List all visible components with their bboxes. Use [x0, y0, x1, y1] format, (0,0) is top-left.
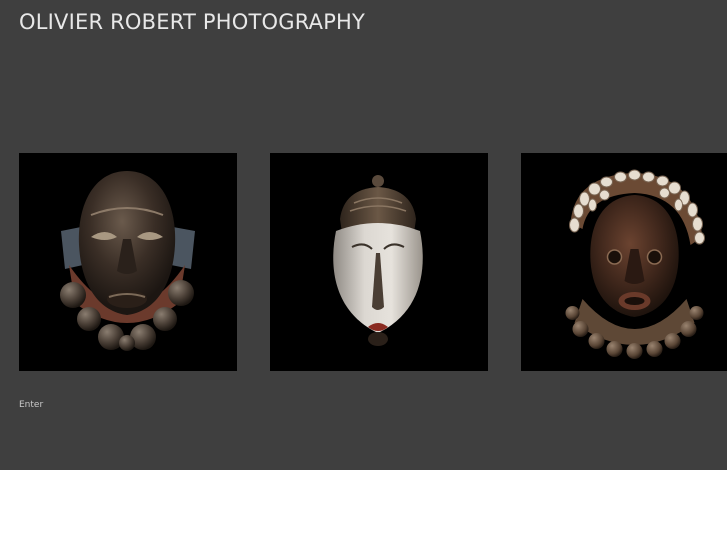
gallery-photo-mask-1[interactable] — [19, 153, 237, 371]
site-container: OLIVIER ROBERT PHOTOGRAPHY Enter — [0, 0, 727, 470]
site-title: OLIVIER ROBERT PHOTOGRAPHY — [19, 10, 366, 34]
mask-3-image — [526, 153, 727, 371]
enter-link[interactable]: Enter — [19, 400, 43, 410]
mask-2-image — [270, 153, 488, 371]
mask-1-image — [19, 153, 237, 371]
photo-gallery — [19, 153, 727, 371]
gallery-photo-mask-3[interactable] — [521, 153, 727, 371]
gallery-photo-mask-2[interactable] — [270, 153, 488, 371]
